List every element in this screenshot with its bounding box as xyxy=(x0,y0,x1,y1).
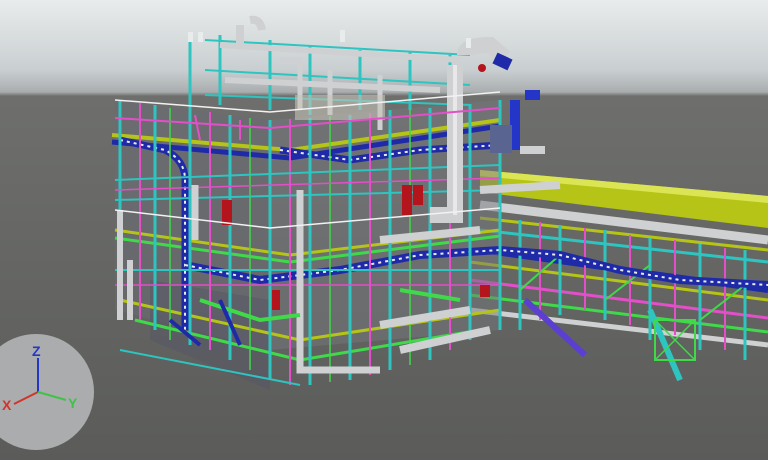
plant-model-scene[interactable] xyxy=(0,0,768,460)
3d-viewport[interactable]: Z X Y xyxy=(0,0,768,460)
axis-triad-graphic: Z X Y xyxy=(0,334,94,450)
axis-triad[interactable]: Z X Y xyxy=(0,334,100,460)
x-axis-label: X xyxy=(2,397,12,413)
pipe-rack xyxy=(469,200,768,382)
y-axis-label: Y xyxy=(68,395,78,411)
z-axis-label: Z xyxy=(32,343,41,359)
